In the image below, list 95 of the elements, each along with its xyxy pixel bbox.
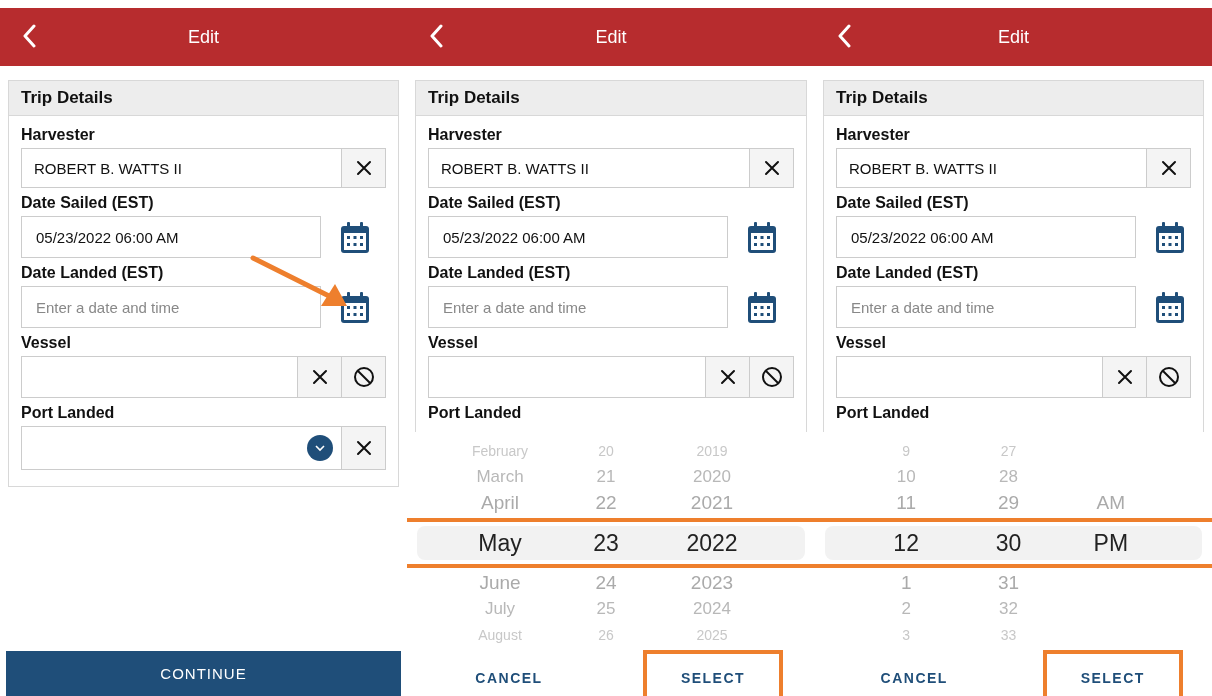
section-title: Trip Details bbox=[9, 81, 398, 116]
input-field[interactable]: 05/23/2022 06:00 AM bbox=[836, 216, 1136, 258]
picker-option[interactable]: 25 bbox=[553, 596, 659, 622]
prohibit-icon bbox=[1157, 366, 1180, 388]
prohibit-icon bbox=[760, 366, 783, 388]
picker-option[interactable]: July bbox=[447, 596, 553, 622]
picker-option[interactable]: 2021 bbox=[659, 490, 765, 516]
screen-title: Edit bbox=[187, 26, 220, 48]
calendar-icon bbox=[746, 290, 778, 324]
prohibit-icon bbox=[352, 366, 375, 388]
picker-option[interactable]: June bbox=[447, 570, 553, 596]
picker-option[interactable]: 2020 bbox=[659, 464, 765, 490]
clear-button[interactable] bbox=[342, 426, 386, 470]
field-label: Date Landed (EST) bbox=[836, 264, 980, 282]
input-field[interactable]: ROBERT B. WATTS II bbox=[836, 148, 1147, 188]
field-label: Date Sailed (EST) bbox=[21, 194, 155, 212]
calendar-icon bbox=[1154, 290, 1186, 324]
block-button[interactable] bbox=[342, 356, 386, 398]
picker-option[interactable]: 30 bbox=[957, 526, 1060, 560]
picker-option[interactable]: 10 bbox=[855, 464, 958, 490]
back-icon[interactable] bbox=[837, 24, 853, 48]
field-label: Harvester bbox=[428, 126, 503, 144]
picker-option[interactable]: 32 bbox=[957, 596, 1060, 622]
dropdown-field[interactable] bbox=[21, 426, 342, 470]
field-label: Date Sailed (EST) bbox=[836, 194, 970, 212]
picker-option[interactable]: 1 bbox=[855, 570, 958, 596]
picker-option[interactable]: PM bbox=[1059, 526, 1162, 560]
input-field[interactable] bbox=[428, 356, 706, 398]
back-icon[interactable] bbox=[22, 24, 38, 48]
block-button[interactable] bbox=[1147, 356, 1191, 398]
field-label: Date Landed (EST) bbox=[428, 264, 572, 282]
dialog-button[interactable]: SELECT bbox=[643, 650, 783, 696]
calendar-icon bbox=[339, 220, 371, 254]
picker-option[interactable]: 31 bbox=[957, 570, 1060, 596]
chevron-down-icon[interactable] bbox=[307, 435, 333, 461]
picker-option[interactable]: 2 bbox=[855, 596, 958, 622]
input-field[interactable]: ROBERT B. WATTS II bbox=[21, 148, 342, 188]
picker-option[interactable]: 21 bbox=[553, 464, 659, 490]
input-field[interactable]: Enter a date and time bbox=[21, 286, 321, 328]
picker-option[interactable]: April bbox=[447, 490, 553, 516]
field-label: Harvester bbox=[836, 126, 911, 144]
input-field[interactable]: ROBERT B. WATTS II bbox=[428, 148, 750, 188]
picker-option[interactable]: 23 bbox=[553, 526, 659, 560]
picker-option[interactable]: 22 bbox=[553, 490, 659, 516]
calendar-button[interactable] bbox=[339, 220, 371, 254]
section-title: Trip Details bbox=[824, 81, 1203, 116]
clear-button[interactable] bbox=[706, 356, 750, 398]
field-label: Vessel bbox=[836, 334, 887, 352]
clear-button[interactable] bbox=[1147, 148, 1191, 188]
clear-button[interactable] bbox=[750, 148, 794, 188]
input-field[interactable] bbox=[21, 356, 298, 398]
field-label: Date Sailed (EST) bbox=[428, 194, 562, 212]
picker-option[interactable]: 12 bbox=[855, 526, 958, 560]
calendar-button[interactable] bbox=[1154, 290, 1186, 324]
field-label: Port Landed bbox=[428, 404, 523, 422]
dialog-button[interactable]: CANCEL bbox=[844, 650, 985, 696]
continue-button[interactable]: CONTINUE bbox=[6, 651, 401, 696]
screen-title: Edit bbox=[594, 26, 628, 48]
screen-title: Edit bbox=[997, 26, 1030, 48]
input-field[interactable] bbox=[836, 356, 1103, 398]
input-field[interactable]: 05/23/2022 06:00 AM bbox=[428, 216, 728, 258]
clear-button[interactable] bbox=[1103, 356, 1147, 398]
calendar-icon bbox=[1154, 220, 1186, 254]
dialog-button[interactable]: CANCEL bbox=[439, 650, 579, 696]
picker-option[interactable]: 28 bbox=[957, 464, 1060, 490]
calendar-button[interactable] bbox=[339, 290, 371, 324]
picker-option[interactable]: May bbox=[447, 526, 553, 560]
input-field[interactable]: Enter a date and time bbox=[836, 286, 1136, 328]
field-label: Date Landed (EST) bbox=[21, 264, 165, 282]
picker-option[interactable]: 2023 bbox=[659, 570, 765, 596]
calendar-icon bbox=[339, 290, 371, 324]
calendar-button[interactable] bbox=[746, 220, 778, 254]
input-field[interactable]: Enter a date and time bbox=[428, 286, 728, 328]
back-icon[interactable] bbox=[429, 24, 445, 48]
dialog-button[interactable]: SELECT bbox=[1042, 650, 1183, 696]
calendar-icon bbox=[746, 220, 778, 254]
block-button[interactable] bbox=[750, 356, 794, 398]
field-label: Port Landed bbox=[836, 404, 931, 422]
picker-option[interactable]: 11 bbox=[855, 490, 958, 516]
input-field[interactable]: 05/23/2022 06:00 AM bbox=[21, 216, 321, 258]
clear-button[interactable] bbox=[298, 356, 342, 398]
field-label: Harvester bbox=[21, 126, 96, 144]
section-title: Trip Details bbox=[416, 81, 806, 116]
picker-option[interactable]: March bbox=[447, 464, 553, 490]
picker-option[interactable]: 2022 bbox=[659, 526, 765, 560]
calendar-button[interactable] bbox=[1154, 220, 1186, 254]
clear-button[interactable] bbox=[342, 148, 386, 188]
picker-option[interactable]: AM bbox=[1059, 490, 1162, 516]
field-label: Port Landed bbox=[21, 404, 116, 422]
picker-option[interactable]: 24 bbox=[553, 570, 659, 596]
calendar-button[interactable] bbox=[746, 290, 778, 324]
field-label: Vessel bbox=[21, 334, 72, 352]
picker-option[interactable]: 2024 bbox=[659, 596, 765, 622]
field-label: Vessel bbox=[428, 334, 479, 352]
picker-option[interactable]: 29 bbox=[957, 490, 1060, 516]
